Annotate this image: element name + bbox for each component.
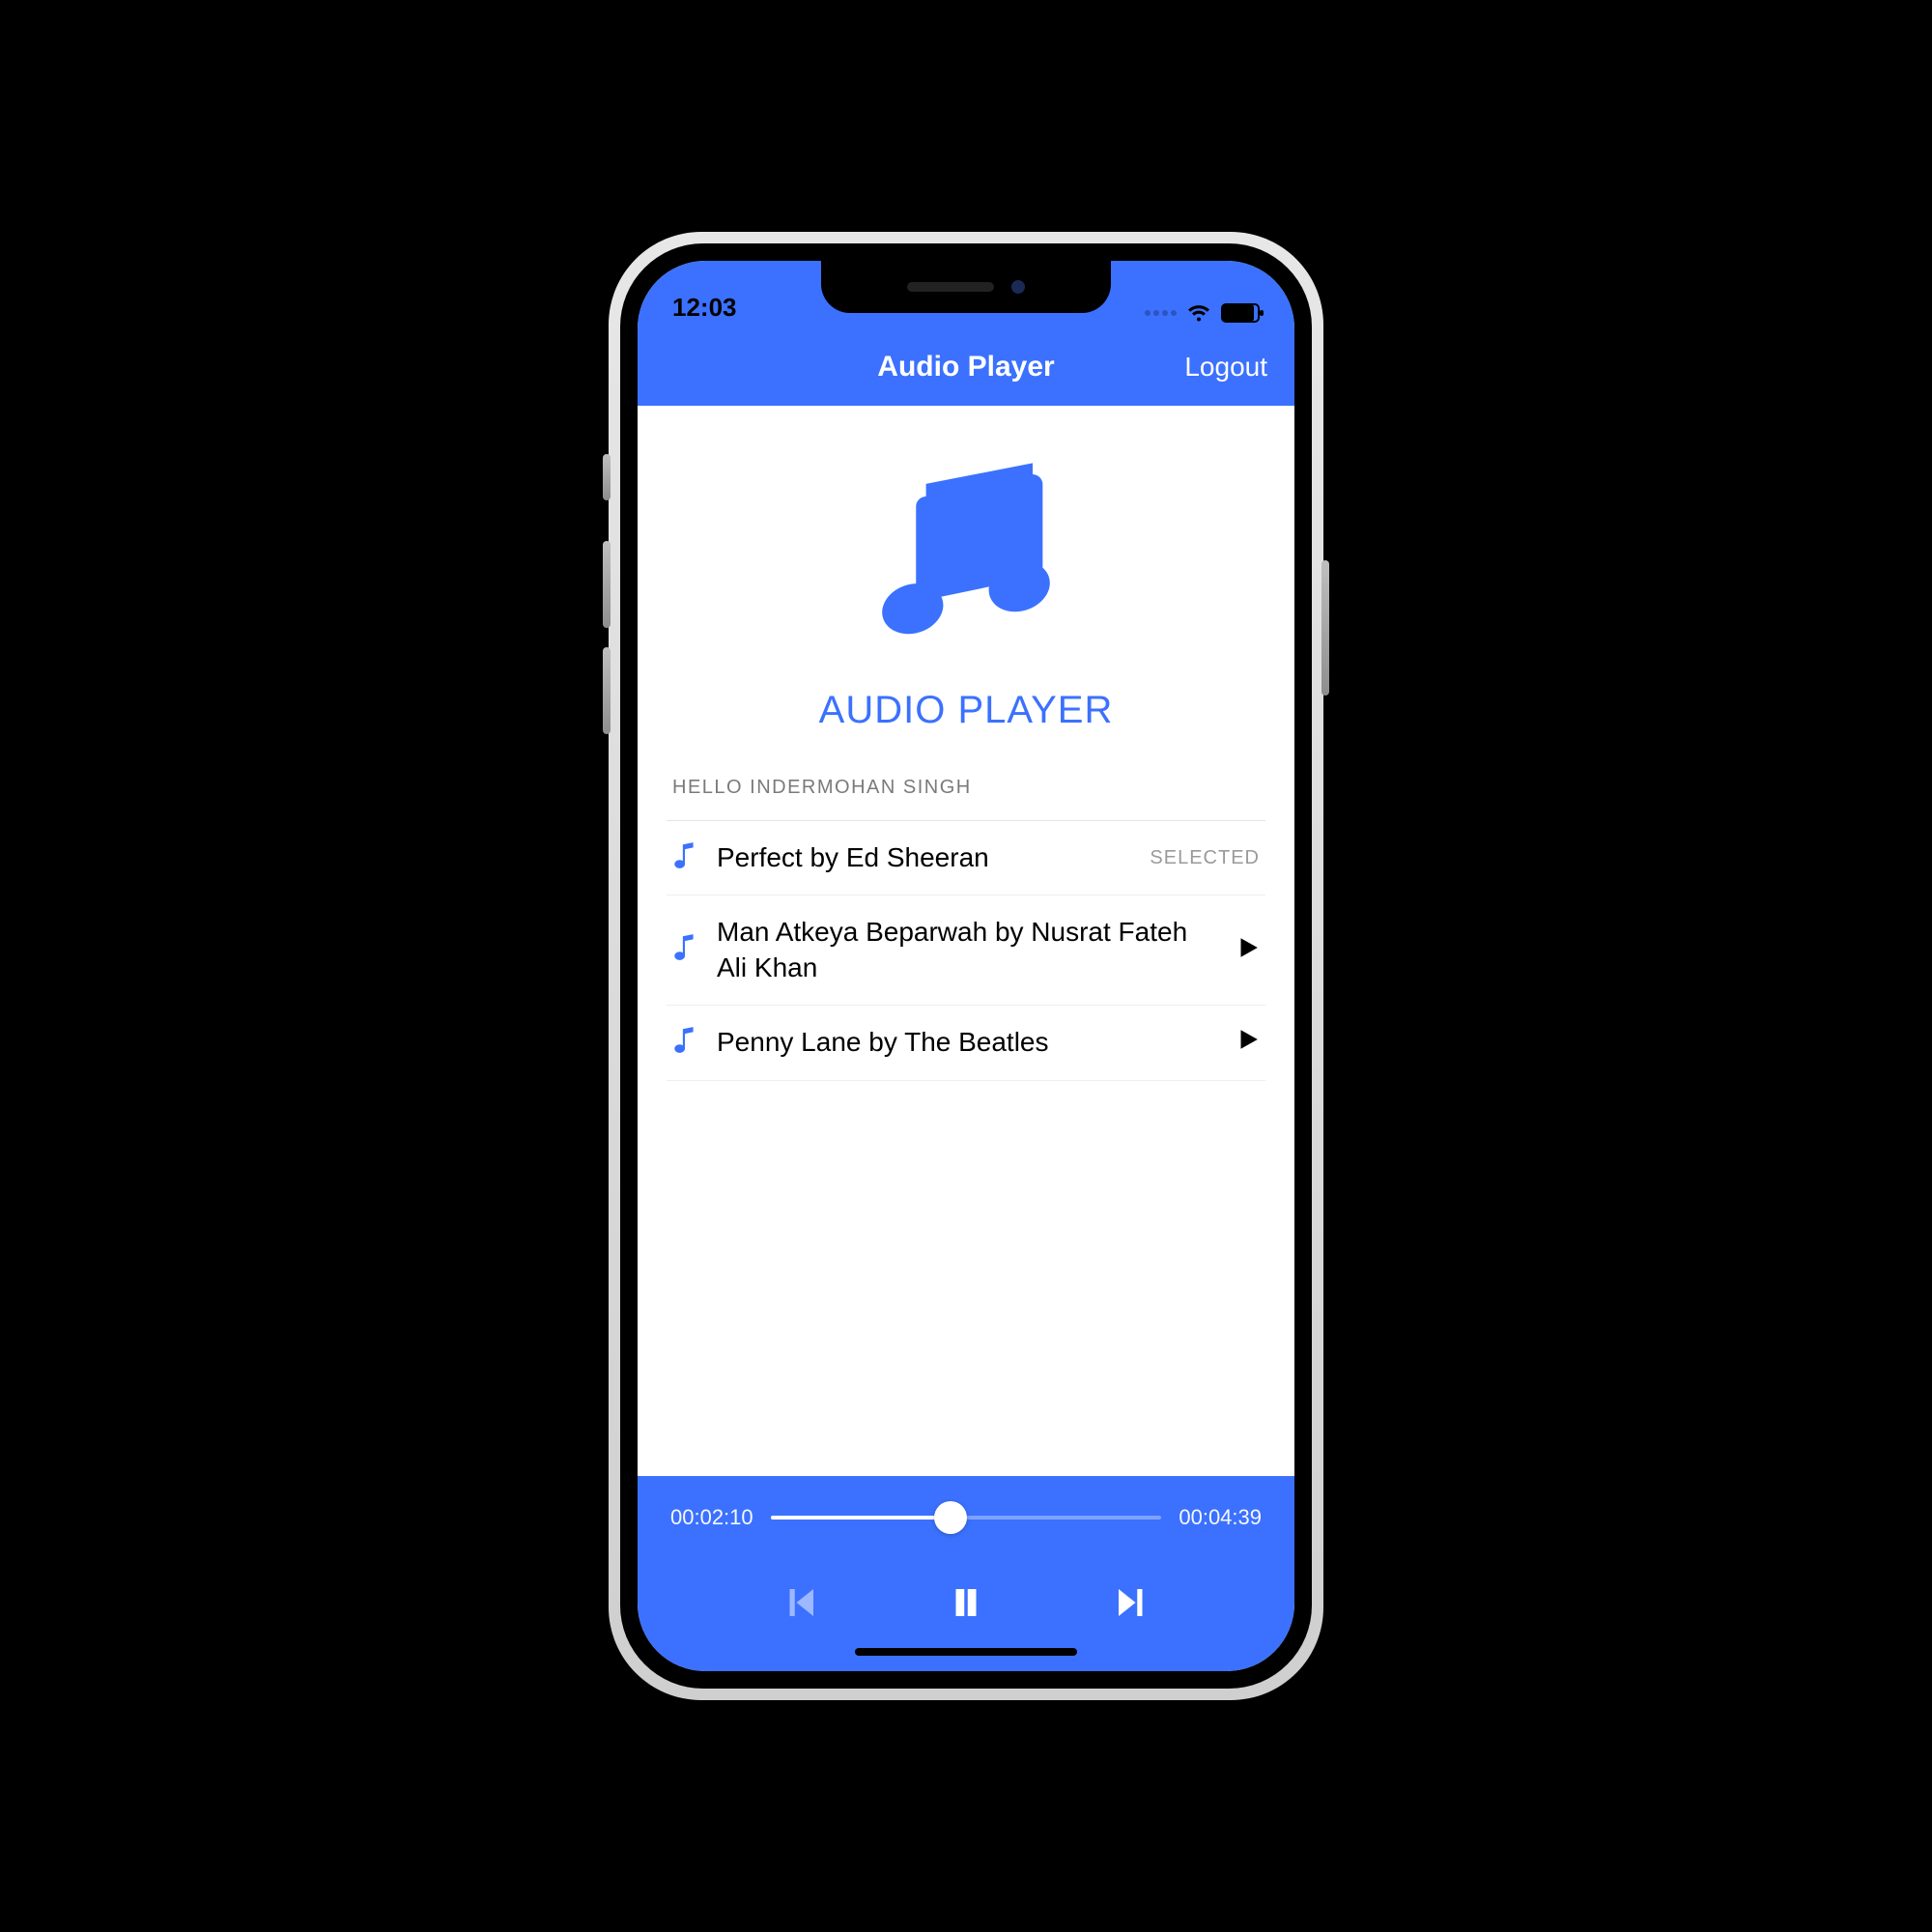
play-icon[interactable]	[1235, 1027, 1260, 1058]
track-row[interactable]: Man Atkeya Beparwah by Nusrat Fateh Ali …	[667, 895, 1265, 1006]
logout-button[interactable]: Logout	[1184, 352, 1267, 383]
device-frame: 12:03 Audio Player Logout	[609, 232, 1323, 1700]
cell-signal-icon	[1145, 310, 1177, 316]
music-note-icon	[672, 841, 699, 875]
track-title: Man Atkeya Beparwah by Nusrat Fateh Ali …	[717, 915, 1217, 985]
music-note-icon	[855, 444, 1077, 667]
track-row[interactable]: Perfect by Ed Sheeran SELECTED	[667, 821, 1265, 895]
earpiece-speaker	[907, 282, 994, 292]
next-track-button[interactable]	[1112, 1582, 1152, 1623]
app-logo: AUDIO PLAYER	[819, 444, 1114, 732]
play-icon[interactable]	[1235, 935, 1260, 966]
power-button[interactable]	[1321, 560, 1329, 696]
pause-button[interactable]	[946, 1582, 986, 1623]
track-title: Penny Lane by The Beatles	[717, 1025, 1217, 1060]
elapsed-time: 00:02:10	[670, 1505, 753, 1530]
front-camera	[1011, 280, 1025, 294]
previous-track-button[interactable]	[780, 1582, 820, 1623]
notch	[821, 261, 1111, 313]
battery-icon	[1221, 303, 1260, 323]
volume-up-button[interactable]	[603, 541, 611, 628]
seek-thumb[interactable]	[934, 1501, 967, 1534]
seek-slider[interactable]	[771, 1516, 1162, 1520]
seek-fill	[771, 1516, 951, 1520]
track-list: HELLO INDERMOHAN SINGH Perfect by Ed She…	[638, 732, 1294, 1081]
duration-time: 00:04:39	[1179, 1505, 1262, 1530]
nav-bar: Audio Player Logout	[638, 328, 1294, 406]
progress-row: 00:02:10 00:04:39	[670, 1505, 1262, 1530]
mute-switch[interactable]	[603, 454, 611, 500]
track-row[interactable]: Penny Lane by The Beatles	[667, 1006, 1265, 1080]
music-note-icon	[672, 933, 699, 967]
screen: 12:03 Audio Player Logout	[638, 261, 1294, 1671]
track-title: Perfect by Ed Sheeran	[717, 840, 1132, 875]
player-bar: 00:02:10 00:04:39	[638, 1476, 1294, 1671]
status-time: 12:03	[672, 293, 737, 323]
volume-down-button[interactable]	[603, 647, 611, 734]
greeting-label: HELLO INDERMOHAN SINGH	[672, 777, 1260, 799]
selected-badge: SELECTED	[1150, 847, 1260, 869]
main-content: AUDIO PLAYER HELLO INDERMOHAN SINGH Perf…	[638, 406, 1294, 1476]
hero-title: AUDIO PLAYER	[819, 689, 1114, 732]
music-note-icon	[672, 1026, 699, 1060]
nav-title: Audio Player	[877, 351, 1054, 384]
transport-controls	[670, 1582, 1262, 1623]
wifi-icon	[1186, 303, 1211, 323]
home-indicator[interactable]	[855, 1648, 1077, 1656]
